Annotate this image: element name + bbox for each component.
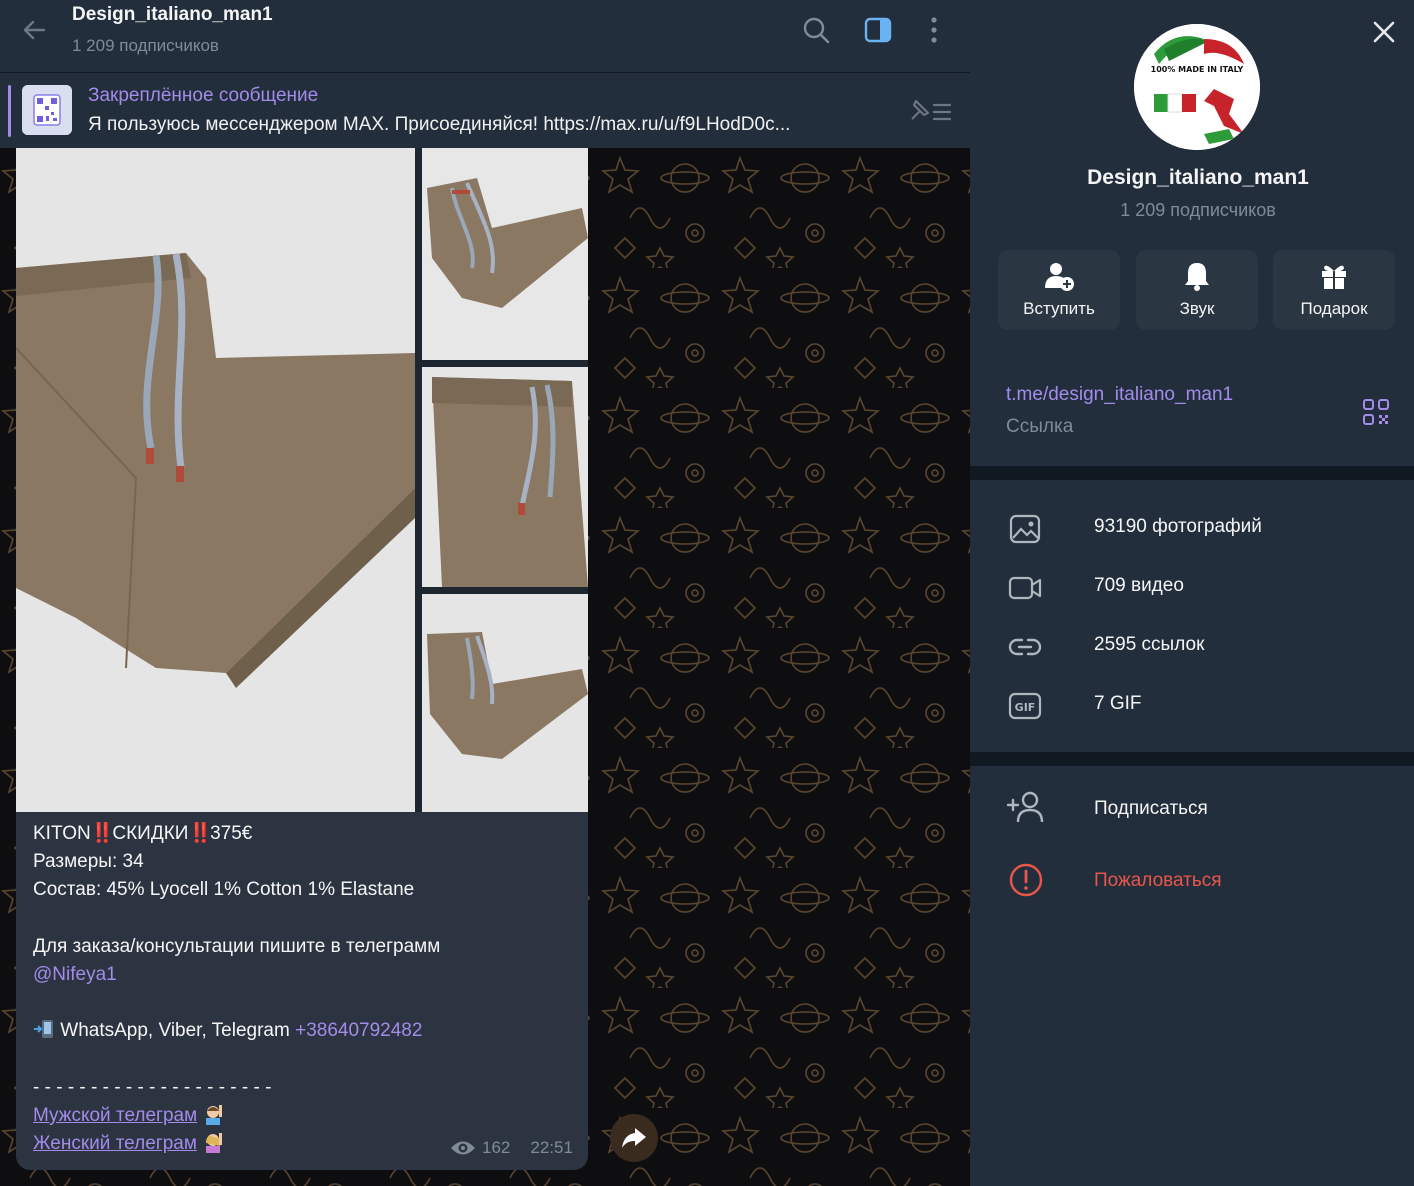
join-button[interactable]: Вступить: [998, 250, 1120, 330]
photo-trousers-3[interactable]: [422, 367, 588, 587]
woman-raising-hand-emoji-icon: [206, 1133, 223, 1154]
brand-text: KITON: [33, 823, 91, 844]
views-eye-icon: [451, 1141, 475, 1155]
gift-label: Подарок: [1300, 299, 1368, 318]
sound-label: Звук: [1179, 299, 1215, 318]
pinned-text: Я пользуюсь мессенджером MAX. Присоединя…: [88, 114, 791, 135]
post-text: KITON‼️СКИДКИ‼️375€ Размеры: 34 Состав: …: [33, 820, 573, 1158]
panel-subscriber-count: 1 209 подписчиков: [1120, 200, 1276, 220]
man-raising-hand-emoji-icon: [206, 1104, 223, 1125]
forward-arrow-icon: [622, 1128, 646, 1148]
channel-actions-section: Подписаться Пожаловаться: [970, 766, 1414, 1186]
search-icon[interactable]: [800, 14, 832, 46]
more-vertical-icon[interactable]: [918, 14, 950, 46]
section-divider: [970, 466, 1414, 480]
sale-text: СКИДКИ: [112, 823, 189, 844]
link-women-telegram[interactable]: Женский телеграм: [33, 1133, 197, 1154]
pinned-message-bar[interactable]: Закреплённое сообщение Я пользуюсь мессе…: [0, 72, 970, 148]
link-men-telegram[interactable]: Мужской телеграм: [33, 1105, 197, 1126]
back-arrow-icon[interactable]: [18, 14, 50, 46]
sidebar-toggle-icon[interactable]: [862, 14, 894, 46]
post-meta: 162 22:51: [450, 1138, 573, 1158]
video-icon: [1008, 576, 1042, 600]
gif-icon: GIF: [1008, 692, 1042, 720]
photo-album: [16, 148, 588, 812]
pinned-indicator: [8, 85, 11, 137]
media-row-photos[interactable]: 93190 фотографий: [970, 502, 1414, 552]
views-count: 162: [482, 1138, 511, 1157]
post-order-info: Для заказа/консультации пишите в телегра…: [33, 935, 441, 957]
subscribe-row[interactable]: Подписаться: [970, 778, 1414, 838]
media-row-links[interactable]: 2595 ссылок: [970, 620, 1414, 670]
subscribe-label: Подписаться: [1094, 798, 1208, 819]
add-person-icon: [1006, 791, 1044, 823]
pinned-qr-thumbnail: [22, 85, 72, 135]
gift-icon: [1322, 265, 1346, 289]
section-divider: [970, 752, 1414, 766]
sound-button[interactable]: Звук: [1136, 250, 1258, 330]
media-row-videos[interactable]: 709 видео: [970, 561, 1414, 611]
channel-post: KITON‼️СКИДКИ‼️375€ Размеры: 34 Состав: …: [16, 148, 588, 1170]
post-divider: - - - - - - - - - - - - - - - - - - - - …: [33, 1076, 272, 1098]
phone-link[interactable]: +38640792482: [295, 1020, 422, 1041]
bell-icon: [1185, 263, 1209, 291]
price-text: 375€: [210, 823, 253, 844]
channel-link-label: Ссылка: [1006, 416, 1074, 437]
channel-info-header: 100% MADE IN ITALY Design_italiano_man1 …: [970, 0, 1414, 356]
chat-area: Design_italiano_man1 1 209 подписчиков З…: [0, 0, 970, 1186]
photo-trousers-2[interactable]: [422, 148, 588, 360]
photo-trousers-main[interactable]: [16, 148, 415, 812]
phone-arrow-emoji-icon: [34, 1020, 53, 1039]
pinned-list-icon[interactable]: [906, 97, 952, 127]
svg-text:GIF: GIF: [1015, 701, 1036, 714]
chat-title[interactable]: Design_italiano_man1: [72, 4, 273, 26]
media-links-label: 2595 ссылок: [1094, 634, 1205, 655]
media-row-gifs[interactable]: GIF 7 GIF: [970, 679, 1414, 729]
post-contacts: WhatsApp, Viber, Telegram +38640792482: [33, 1017, 573, 1045]
pinned-title: Закреплённое сообщение: [88, 85, 319, 106]
double-exclamation-emoji: ‼️: [188, 823, 212, 844]
qr-code-icon[interactable]: [1362, 398, 1390, 426]
avatar-text: 100% MADE IN ITALY: [1151, 65, 1244, 74]
chat-header: Design_italiano_man1 1 209 подписчиков: [0, 0, 970, 72]
report-row[interactable]: Пожаловаться: [970, 850, 1414, 910]
post-time: 22:51: [530, 1138, 573, 1157]
double-exclamation-emoji: ‼️: [90, 823, 115, 844]
media-photos-label: 93190 фотографий: [1094, 516, 1262, 537]
gift-button[interactable]: Подарок: [1273, 250, 1395, 330]
join-label: Вступить: [1023, 299, 1095, 318]
link-icon: [1008, 638, 1042, 656]
chat-subscriber-count: 1 209 подписчиков: [72, 36, 219, 55]
channel-avatar[interactable]: 100% MADE IN ITALY: [1134, 24, 1260, 150]
post-sizes: Размеры: 34: [33, 851, 144, 873]
add-user-icon: [1045, 263, 1074, 291]
mention-link[interactable]: @Nifeya1: [33, 964, 117, 985]
photo-icon: [1009, 514, 1041, 544]
photo-trousers-4[interactable]: [422, 594, 588, 812]
post-headline: KITON‼️СКИДКИ‼️375€: [33, 820, 573, 848]
channel-link-section: t.me/design_italiano_man1 Ссылка: [970, 356, 1414, 466]
report-label: Пожаловаться: [1094, 870, 1222, 891]
channel-link-url[interactable]: t.me/design_italiano_man1: [1006, 384, 1233, 406]
media-videos-label: 709 видео: [1094, 575, 1184, 596]
panel-channel-name: Design_italiano_man1: [1087, 166, 1309, 189]
shared-media-section: 93190 фотографий 709 видео 2595 ссылок G…: [970, 480, 1414, 752]
channel-info-panel: 100% MADE IN ITALY Design_italiano_man1 …: [970, 0, 1414, 1186]
post-composition: Состав: 45% Lyocell 1% Cotton 1% Elastan…: [33, 879, 415, 901]
contact-apps-text: WhatsApp, Viber, Telegram: [60, 1020, 296, 1042]
forward-button[interactable]: [610, 1114, 658, 1162]
media-gifs-label: 7 GIF: [1094, 693, 1142, 714]
close-icon[interactable]: [1368, 16, 1400, 48]
warning-icon: [1009, 863, 1043, 897]
